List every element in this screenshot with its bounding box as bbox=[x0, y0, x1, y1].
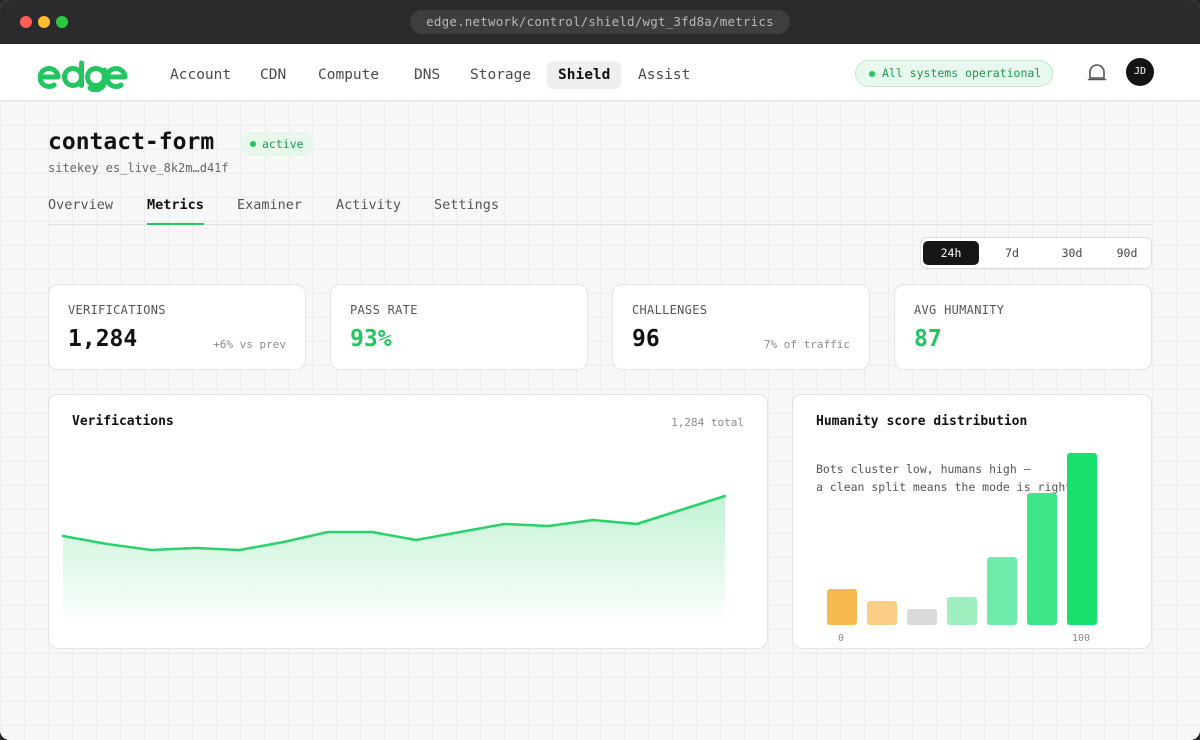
stat-value: 96 bbox=[632, 326, 660, 352]
edge-logo[interactable] bbox=[37, 58, 130, 96]
main-content: contact-form active sitekey es_live_8k2m… bbox=[0, 101, 1200, 740]
nav-item-dns[interactable]: DNS bbox=[403, 61, 451, 89]
distribution-bar bbox=[1067, 453, 1097, 625]
bell-icon-svg bbox=[1087, 64, 1107, 81]
verifications-area-fill bbox=[63, 496, 725, 620]
stat-value: 87 bbox=[914, 326, 942, 352]
tab-settings[interactable]: Settings bbox=[434, 197, 499, 224]
humanity-distribution-card: Humanity score distribution Bots cluster… bbox=[792, 394, 1152, 649]
humanity-bar-chart bbox=[827, 453, 1097, 625]
system-status-text: All systems operational bbox=[882, 66, 1042, 80]
distribution-bar bbox=[867, 601, 897, 625]
active-dot-icon bbox=[250, 141, 256, 147]
stat-note: +6% vs prev bbox=[213, 338, 286, 351]
bell-icon[interactable] bbox=[1086, 62, 1108, 84]
tab-overview[interactable]: Overview bbox=[48, 197, 113, 224]
stat-card-verifications: VERIFICATIONS 1,284 +6% vs prev bbox=[48, 284, 306, 370]
range-7d-button[interactable]: 7d bbox=[983, 241, 1041, 265]
stat-note: 7% of traffic bbox=[763, 338, 850, 351]
page-title: contact-form bbox=[48, 129, 215, 155]
tab-metrics[interactable]: Metrics bbox=[147, 197, 204, 225]
nav-item-account[interactable]: Account bbox=[159, 61, 242, 89]
nav-item-storage[interactable]: Storage bbox=[459, 61, 542, 89]
stat-value: 93% bbox=[350, 326, 392, 352]
widget-status-badge: active bbox=[240, 132, 314, 156]
tab-activity[interactable]: Activity bbox=[336, 197, 401, 224]
close-window-button[interactable] bbox=[20, 16, 32, 28]
browser-window: edge.network/control/shield/wgt_3fd8a/me… bbox=[0, 0, 1200, 740]
address-bar[interactable]: edge.network/control/shield/wgt_3fd8a/me… bbox=[410, 10, 790, 34]
distribution-bar bbox=[1027, 493, 1057, 625]
browser-titlebar: edge.network/control/shield/wgt_3fd8a/me… bbox=[0, 0, 1200, 44]
stat-card-pass-rate: PASS RATE 93% bbox=[330, 284, 588, 370]
stat-label: VERIFICATIONS bbox=[68, 303, 166, 317]
distribution-bar bbox=[947, 597, 977, 625]
stat-label: AVG HUMANITY bbox=[914, 303, 1005, 317]
edge-logo-icon bbox=[37, 60, 128, 93]
verifications-chart-card: Verifications 1,284 total bbox=[48, 394, 768, 649]
minimize-window-button[interactable] bbox=[38, 16, 50, 28]
distribution-bar bbox=[907, 609, 937, 625]
tab-examiner[interactable]: Examiner bbox=[237, 197, 302, 224]
x-axis-end-label: 100 bbox=[1072, 633, 1091, 644]
x-axis-start-label: 0 bbox=[838, 633, 845, 644]
sitekey-text: sitekey es_live_8k2m…d41f bbox=[48, 161, 229, 175]
top-navigation: Account CDN Compute DNS Storage Shield A… bbox=[0, 44, 1200, 101]
nav-item-cdn[interactable]: CDN bbox=[249, 61, 297, 89]
status-dot-icon bbox=[869, 71, 875, 77]
avatar[interactable]: JD bbox=[1126, 58, 1154, 86]
nav-item-compute[interactable]: Compute bbox=[307, 61, 390, 89]
system-status-badge[interactable]: All systems operational bbox=[855, 60, 1053, 87]
distribution-bar bbox=[987, 557, 1017, 625]
range-30d-button[interactable]: 30d bbox=[1043, 241, 1101, 265]
widget-status-text: active bbox=[262, 137, 304, 151]
stat-label: CHALLENGES bbox=[632, 303, 708, 317]
tab-bar: Overview Metrics Examiner Activity Setti… bbox=[48, 197, 1152, 225]
stat-label: PASS RATE bbox=[350, 303, 418, 317]
stat-value: 1,284 bbox=[68, 326, 138, 352]
nav-item-shield[interactable]: Shield bbox=[547, 61, 622, 89]
range-90d-button[interactable]: 90d bbox=[1101, 241, 1153, 265]
distribution-bar bbox=[827, 589, 857, 625]
range-24h-button[interactable]: 24h bbox=[923, 241, 979, 265]
nav-item-assist[interactable]: Assist bbox=[627, 61, 701, 89]
verifications-area-chart bbox=[61, 494, 727, 620]
maximize-window-button[interactable] bbox=[56, 16, 68, 28]
time-range-selector: 24h 7d 30d 90d bbox=[920, 237, 1152, 269]
stat-card-avg-humanity: AVG HUMANITY 87 bbox=[894, 284, 1152, 370]
stat-card-challenges: CHALLENGES 96 7% of traffic bbox=[612, 284, 870, 370]
